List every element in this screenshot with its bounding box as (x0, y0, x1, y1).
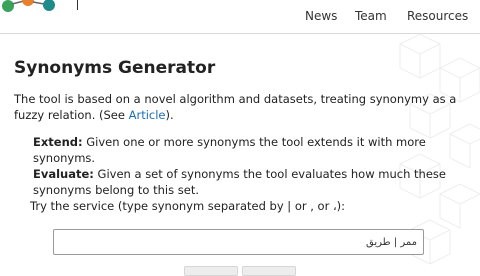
extend-line: Extend: Given one or more synonyms the t… (33, 134, 463, 166)
try-service-line: Try the service (type synonym separated … (30, 199, 346, 213)
intro-end: ). (165, 108, 174, 122)
evaluate-line: Evaluate: Given a set of synonyms the to… (33, 166, 463, 198)
extend-label: Extend: (33, 135, 83, 149)
nav-news[interactable]: News (305, 9, 337, 23)
nav-team[interactable]: Team (355, 9, 387, 23)
evaluate-label: Evaluate: (33, 167, 94, 181)
intro-text: The tool is based on a novel algorithm a… (14, 92, 457, 122)
logo-dot-orange (22, 0, 34, 6)
extend-text: Given one or more synonyms the tool exte… (33, 135, 426, 165)
evaluate-text: Given a set of synonyms the tool evaluat… (33, 167, 446, 197)
tool-description: Extend: Given one or more synonyms the t… (30, 134, 463, 214)
site-header: News Team Resources (0, 0, 480, 34)
logo-dot-teal (43, 0, 55, 11)
nav-resources[interactable]: Resources (407, 9, 468, 23)
logo-connector-2 (32, 1, 45, 5)
logo-dot-green (2, 0, 14, 12)
header-divider (77, 0, 78, 10)
extend-button[interactable] (184, 266, 238, 276)
evaluate-button[interactable] (242, 266, 296, 276)
page-title: Synonyms Generator (14, 58, 216, 78)
intro-paragraph: The tool is based on a novel algorithm a… (14, 91, 476, 123)
site-logo[interactable] (0, 0, 80, 18)
article-link[interactable]: Article (129, 108, 166, 122)
synonyms-input[interactable] (53, 229, 424, 255)
